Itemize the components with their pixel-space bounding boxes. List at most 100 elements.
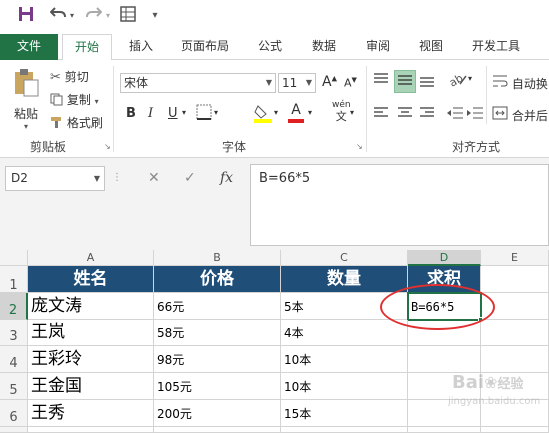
insert-function-button[interactable]: fx [220,166,233,191]
underline-dropdown-icon[interactable]: ▾ [182,108,186,117]
copy-button[interactable]: 复制 ▾ [50,91,99,109]
bold-button[interactable]: B [126,106,136,121]
align-right-button[interactable] [418,106,436,123]
customize-icon[interactable]: ▾ [148,6,162,26]
tab-formulas[interactable]: 公式 [250,34,290,60]
resize-dots-icon[interactable]: ⋮ [112,172,122,183]
row-header-1[interactable]: 1 [0,266,28,293]
formula-input[interactable]: B=66*5 [250,164,549,246]
underline-button[interactable]: U [168,106,178,121]
align-left-button[interactable] [372,106,390,123]
tab-view[interactable]: 视图 [411,34,451,60]
table-cell[interactable]: 10本 [281,346,408,373]
row-header-4[interactable]: 4 [0,346,28,373]
cell[interactable] [481,320,549,346]
table-cell[interactable]: 66元 [154,293,281,320]
font-name-select[interactable]: 宋体 ▼ [120,73,276,93]
paste-button[interactable]: 粘贴 ▾ [8,68,44,132]
redo-dropdown-icon[interactable]: ▾ [103,6,113,26]
column-header-c[interactable]: C [281,250,408,266]
align-middle-button[interactable] [394,70,416,93]
table-cell[interactable]: 庞文涛 [28,293,154,320]
align-bottom-button[interactable] [418,72,436,91]
align-center-button[interactable] [396,106,414,123]
table-cell[interactable]: 10本 [281,373,408,400]
cell[interactable] [481,427,549,433]
cell[interactable] [481,266,549,293]
row-header-5[interactable]: 5 [0,373,28,400]
merge-center-button[interactable]: 合并后 [492,106,548,124]
column-header-d[interactable]: D [408,250,481,266]
orientation-dropdown-icon[interactable]: ▾ [468,74,472,83]
table-cell[interactable]: 王彩玲 [28,346,154,373]
table-cell[interactable]: 王秀 [28,400,154,427]
enter-button[interactable]: ✓ [184,166,196,191]
cut-button[interactable]: ✂ 剪切 [50,68,89,85]
table-cell[interactable]: 王岚 [28,320,154,346]
tab-review[interactable]: 审阅 [358,34,398,60]
table-icon[interactable] [118,6,138,26]
undo-icon[interactable] [48,6,68,26]
copy-dropdown-icon[interactable]: ▾ [95,97,99,106]
tab-page-layout[interactable]: 页面布局 [174,34,236,60]
increase-indent-button[interactable] [466,106,484,123]
table-header-cell[interactable]: 价格 [154,266,281,293]
divider [113,66,114,152]
table-cell[interactable]: 105元 [154,373,281,400]
table-cell[interactable]: 王金国 [28,373,154,400]
grow-font-button[interactable]: A▲ [322,74,337,90]
format-painter-button[interactable]: 格式刷 [50,114,103,132]
spreadsheet-grid: A B C D E 1 2 3 4 5 6 姓名 价格 数量 求积 庞文涛 66… [0,250,549,433]
decrease-indent-button[interactable] [446,106,464,123]
tab-home[interactable]: 开始 [62,34,112,61]
tab-data[interactable]: 数据 [304,34,344,60]
row-header-7[interactable] [0,427,28,433]
column-header-b[interactable]: B [154,250,281,266]
cell[interactable] [154,427,281,433]
font-color-dropdown-icon[interactable]: ▾ [308,108,312,117]
clipboard-launcher-icon[interactable]: ↘ [104,142,111,151]
table-header-cell[interactable]: 姓名 [28,266,154,293]
column-header-e[interactable]: E [481,250,549,266]
align-top-button[interactable] [372,72,390,91]
save-icon[interactable] [16,6,36,26]
font-size-select[interactable]: 11 ▼ [278,73,316,93]
orientation-button[interactable]: ab [447,70,468,91]
tab-file[interactable]: 文件 [0,34,58,60]
cancel-button[interactable]: ✕ [148,166,160,191]
paste-dropdown-icon[interactable]: ▾ [8,122,44,131]
row-header-6[interactable]: 6 [0,400,28,427]
cell[interactable] [28,427,154,433]
cell[interactable] [408,427,481,433]
font-launcher-icon[interactable]: ↘ [356,142,363,151]
row-header-3[interactable]: 3 [0,320,28,346]
tab-insert[interactable]: 插入 [118,34,164,60]
row-header-2[interactable]: 2 [0,293,28,320]
cell[interactable] [481,346,549,373]
shrink-font-button[interactable]: A▼ [344,76,357,90]
tab-developer[interactable]: 开发工具 [464,34,528,60]
fill-color-button[interactable] [254,103,272,126]
fill-color-dropdown-icon[interactable]: ▾ [274,108,278,117]
table-cell[interactable]: 98元 [154,346,281,373]
borders-dropdown-icon[interactable]: ▾ [214,108,218,117]
phonetic-dropdown-icon[interactable]: ▾ [350,108,354,117]
phonetic-button[interactable]: wén 文 [332,100,351,122]
table-cell[interactable] [408,346,481,373]
undo-dropdown-icon[interactable]: ▾ [67,6,77,26]
table-cell[interactable]: 58元 [154,320,281,346]
cell[interactable] [281,427,408,433]
table-cell[interactable]: 200元 [154,400,281,427]
name-box[interactable]: D2 ▼ [5,166,105,191]
italic-button[interactable]: I [148,106,153,121]
table-cell[interactable]: 15本 [281,400,408,427]
table-header-cell[interactable]: 数量 [281,266,408,293]
column-header-a[interactable]: A [28,250,154,266]
chevron-down-icon[interactable]: ▼ [94,167,100,190]
select-all-corner[interactable] [0,250,28,266]
table-cell[interactable]: 4本 [281,320,408,346]
borders-button[interactable] [196,104,212,123]
wrap-text-button[interactable]: 自动换 [492,74,548,92]
font-color-button[interactable]: A [288,103,304,123]
redo-icon[interactable] [84,6,104,26]
